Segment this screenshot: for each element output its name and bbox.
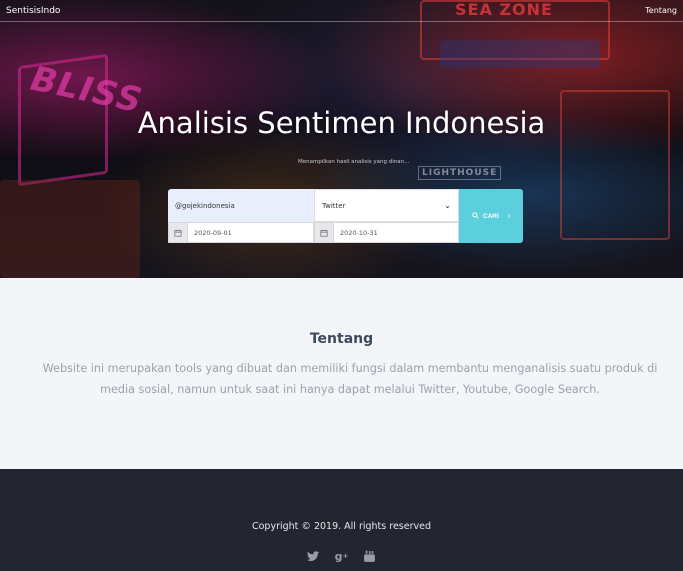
hero-section: SEA ZONE LIGHTHOUSE BLISS SentisisIndo T…	[0, 0, 683, 278]
end-date-field[interactable]: 2020-10-31	[314, 222, 459, 243]
neon-sign-decor	[0, 180, 140, 278]
hero-subtitle: Menampilkan hasil analisis yang dinan...	[298, 159, 410, 165]
source-select[interactable]: Twitter ⌄	[314, 189, 459, 222]
search-icon	[472, 211, 479, 221]
youtube-icon[interactable]	[363, 549, 377, 563]
end-date-value: 2020-10-31	[340, 228, 378, 237]
twitter-icon[interactable]	[307, 549, 321, 563]
search-form: Twitter ⌄ 2020-09-01 2020-10-31 CARI ›	[168, 189, 524, 245]
about-section: Tentang Website ini merupakan tools yang…	[0, 278, 683, 469]
social-links: g +	[0, 549, 683, 563]
page-title: Analisis Sentimen Indonesia	[137, 106, 546, 140]
brand-logo-link[interactable]: SentisisIndo	[6, 6, 60, 16]
start-date-field[interactable]: 2020-09-01	[168, 222, 314, 243]
start-date-value: 2020-09-01	[194, 228, 232, 237]
query-input[interactable]	[168, 189, 314, 222]
neon-sign-decor	[440, 40, 600, 68]
source-select-value: Twitter	[322, 201, 346, 210]
about-title: Tentang	[309, 331, 374, 347]
search-button[interactable]: CARI ›	[459, 189, 523, 243]
neon-sign-text: LIGHTHOUSE	[418, 166, 502, 180]
chevron-down-icon: ⌄	[444, 201, 451, 210]
footer: Copyright © 2019. All rights reserved g +	[0, 469, 683, 571]
search-button-label: CARI	[482, 212, 499, 220]
nav-link-about[interactable]: Tentang	[645, 6, 677, 15]
calendar-icon	[315, 223, 334, 242]
top-navbar: SentisisIndo Tentang	[0, 0, 683, 22]
about-description: Website ini merupakan tools yang dibuat …	[42, 362, 658, 396]
chevron-right-icon: ›	[507, 212, 511, 220]
calendar-icon	[169, 223, 188, 242]
google-plus-icon[interactable]: g +	[335, 549, 349, 563]
copyright-text: Copyright © 2019. All rights reserved	[251, 521, 431, 532]
